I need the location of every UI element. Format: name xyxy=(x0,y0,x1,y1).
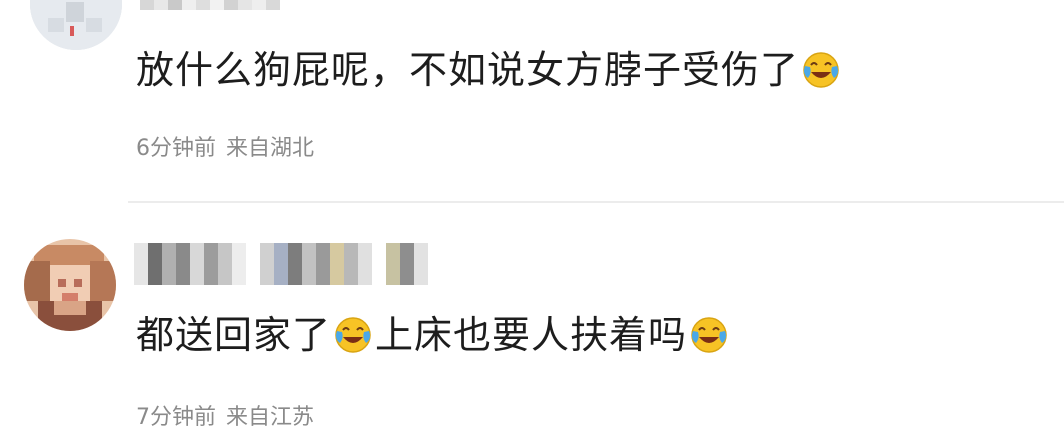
comment-text: 放什么狗屁呢，不如说女方脖子受伤了 xyxy=(136,46,843,94)
comment-location: 来自江苏 xyxy=(226,405,315,430)
username-pixelated[interactable] xyxy=(140,0,280,10)
comment-item: 都送回家了 上床也要人扶着吗 7分钟前 来自江苏 xyxy=(0,203,1064,442)
comment-meta: 7分钟前 来自江苏 xyxy=(136,399,314,431)
comment-text-part1: 都送回家了 xyxy=(136,313,332,357)
laugh-crying-emoji-icon xyxy=(689,315,729,355)
laugh-crying-emoji-icon xyxy=(801,50,841,90)
comment-location: 来自湖北 xyxy=(226,136,315,161)
avatar[interactable] xyxy=(30,0,122,50)
comment-text-part2: 上床也要人扶着吗 xyxy=(375,313,688,357)
comment-text: 都送回家了 上床也要人扶着吗 xyxy=(136,311,731,359)
comment-item: 放什么狗屁呢，不如说女方脖子受伤了 6分钟前 来自湖北 xyxy=(0,0,1064,202)
comment-time: 6分钟前 xyxy=(136,136,216,161)
username-pixelated[interactable] xyxy=(134,243,428,285)
comment-time: 7分钟前 xyxy=(136,405,216,430)
avatar[interactable] xyxy=(24,239,116,331)
laugh-crying-emoji-icon xyxy=(333,315,373,355)
comment-text-content: 放什么狗屁呢，不如说女方脖子受伤了 xyxy=(136,48,800,92)
comment-meta: 6分钟前 来自湖北 xyxy=(136,130,314,162)
